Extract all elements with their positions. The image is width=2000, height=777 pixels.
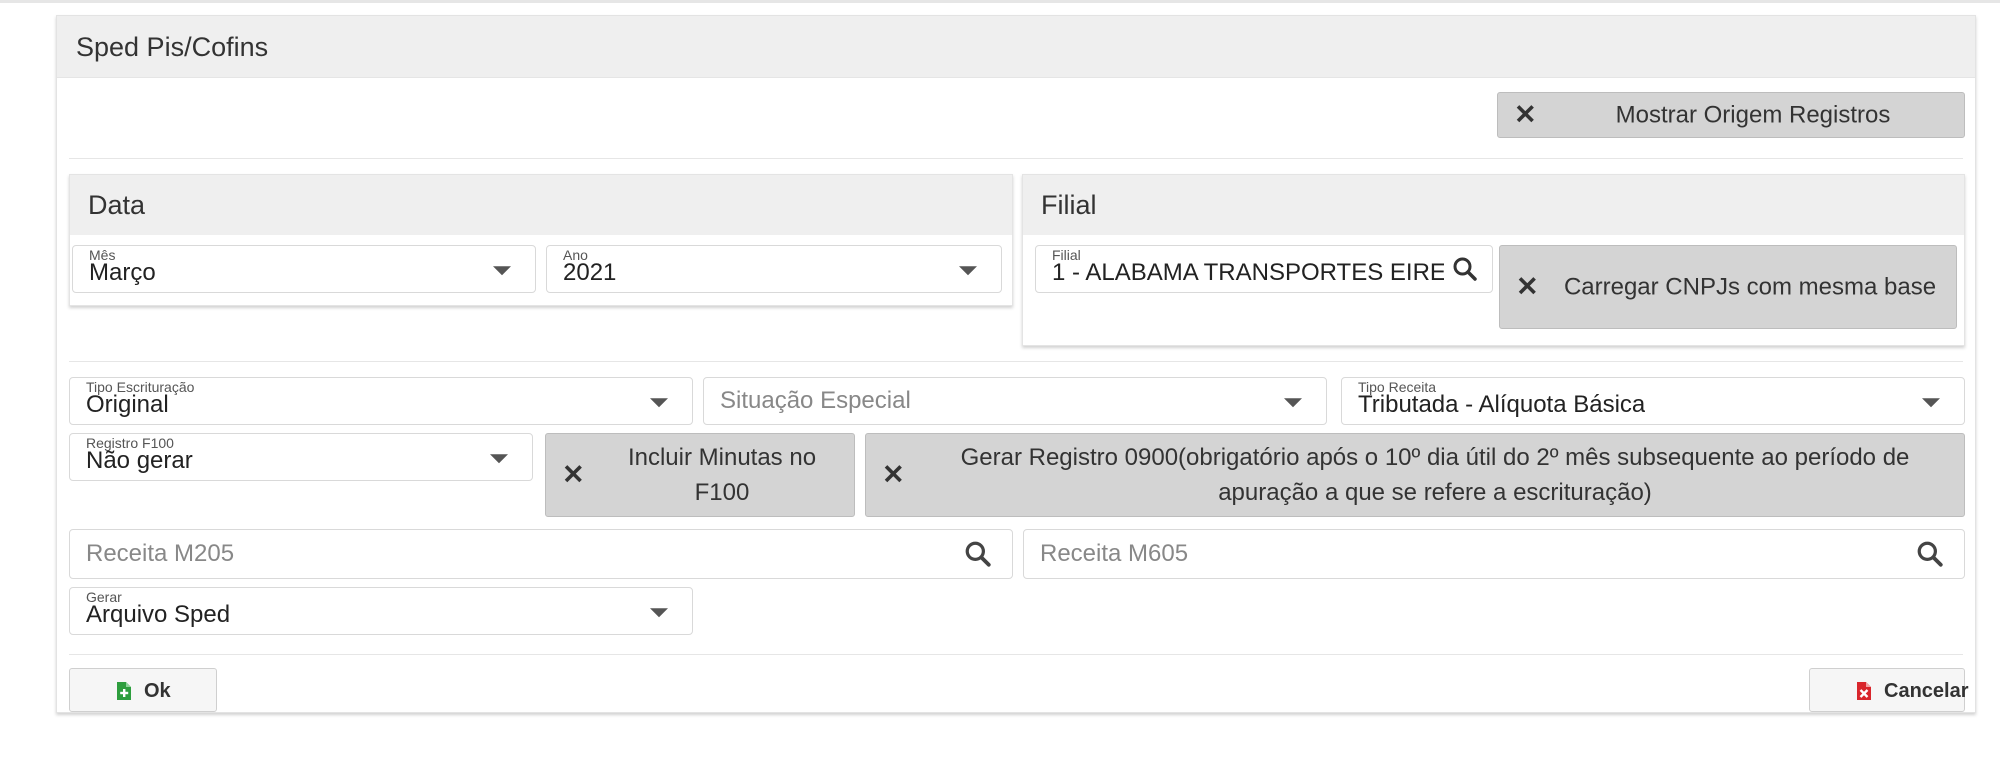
gerar-value: Arquivo Sped xyxy=(86,601,231,628)
receita-m605-input[interactable]: Receita M605 xyxy=(1023,529,1965,579)
receita-m205-input[interactable]: Receita M205 xyxy=(69,529,1013,579)
filial-input[interactable]: Filial 1 - ALABAMA TRANSPORTES EIRELI xyxy=(1035,245,1493,293)
tipo-receita-value: Tributada - Alíquota Básica xyxy=(1358,391,1646,418)
chevron-down-icon xyxy=(1284,398,1302,408)
sped-panel: Sped Pis/Cofins ✕ Mostrar Origem Registr… xyxy=(56,15,1976,713)
search-icon[interactable] xyxy=(1916,540,1944,568)
chevron-down-icon xyxy=(490,454,508,464)
gerar-select[interactable]: Gerar Arquivo Sped xyxy=(69,587,693,635)
tipo-escrituracao-value: Original xyxy=(86,391,169,418)
filial-value: 1 - ALABAMA TRANSPORTES EIRELI xyxy=(1052,259,1444,286)
chevron-down-icon xyxy=(493,266,511,276)
toggle-label: Mostrar Origem Registros xyxy=(1615,101,1891,129)
file-add-icon xyxy=(117,682,131,700)
incluir-minutas-toggle[interactable]: ✕ Incluir Minutas no F100 xyxy=(545,433,855,517)
carregar-cnpjs-toggle[interactable]: ✕ Carregar CNPJs com mesma base xyxy=(1499,245,1957,329)
chevron-down-icon xyxy=(959,266,977,276)
receita-m605-placeholder: Receita M605 xyxy=(1040,540,1189,567)
ok-button[interactable]: Ok xyxy=(69,668,217,712)
divider xyxy=(69,361,1963,362)
data-section-title: Data xyxy=(88,190,146,220)
filial-section: Filial Filial 1 - ALABAMA TRANSPORTES EI… xyxy=(1022,174,1965,346)
registro-f100-select[interactable]: Registro F100 Não gerar xyxy=(69,433,533,481)
chevron-down-icon xyxy=(1922,398,1940,408)
divider xyxy=(69,158,1963,159)
panel-header: Sped Pis/Cofins xyxy=(57,16,1975,78)
close-icon: ✕ xyxy=(882,459,905,490)
mostrar-origem-registros-toggle[interactable]: ✕ Mostrar Origem Registros xyxy=(1497,92,1965,138)
file-remove-icon xyxy=(1857,682,1871,700)
close-icon: ✕ xyxy=(1516,271,1539,302)
gerar-registro-0900-toggle[interactable]: ✕ Gerar Registro 0900(obrigatório após o… xyxy=(865,433,1965,517)
close-icon: ✕ xyxy=(1514,99,1537,130)
tipo-escrituracao-select[interactable]: Tipo Escrituração Original xyxy=(69,377,693,425)
data-section: Data Mês Março Ano 2021 xyxy=(69,174,1013,306)
panel-title: Sped Pis/Cofins xyxy=(76,32,269,62)
mes-select[interactable]: Mês Março xyxy=(72,245,536,293)
filial-section-header: Filial xyxy=(1023,175,1964,235)
registro-f100-value: Não gerar xyxy=(86,447,193,474)
search-icon[interactable] xyxy=(1452,256,1478,282)
mes-value: Março xyxy=(89,259,156,286)
chevron-down-icon xyxy=(650,398,668,408)
close-icon: ✕ xyxy=(562,459,585,490)
receita-m205-placeholder: Receita M205 xyxy=(86,540,235,567)
ano-select[interactable]: Ano 2021 xyxy=(546,245,1002,293)
cancel-label: Cancelar xyxy=(1884,680,1969,702)
situacao-especial-select[interactable]: Situação Especial xyxy=(703,377,1327,425)
toggle-label: Incluir Minutas no F100 xyxy=(627,444,817,506)
search-icon[interactable] xyxy=(964,540,992,568)
divider xyxy=(69,654,1963,655)
filial-section-title: Filial xyxy=(1041,190,1097,220)
data-section-header: Data xyxy=(70,175,1012,235)
toggle-label: Carregar CNPJs com mesma base xyxy=(1563,273,1937,301)
ok-label: Ok xyxy=(144,680,171,702)
ano-value: 2021 xyxy=(563,259,617,286)
toggle-label: Gerar Registro 0900(obrigatório após o 1… xyxy=(960,444,1910,506)
chevron-down-icon xyxy=(650,608,668,618)
situacao-especial-placeholder: Situação Especial xyxy=(720,387,911,414)
cancel-button[interactable]: Cancelar xyxy=(1809,668,1969,712)
tipo-receita-select[interactable]: Tipo Receita Tributada - Alíquota Básica xyxy=(1341,377,1965,425)
